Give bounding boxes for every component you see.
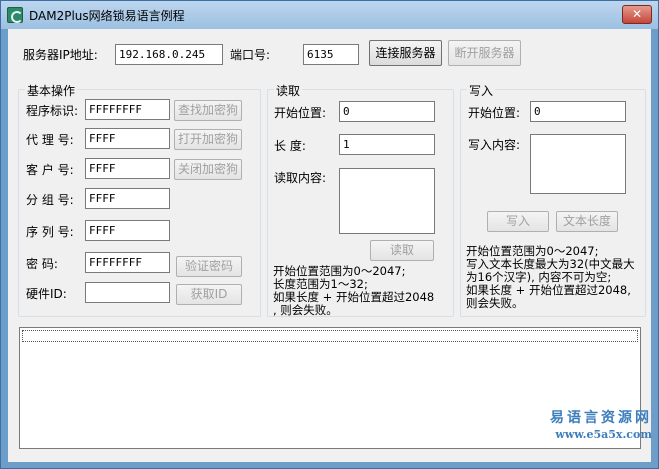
read-length-label: 长 度: xyxy=(274,139,306,153)
log-listbox[interactable] xyxy=(19,327,641,449)
customer-number-label: 客 户 号: xyxy=(26,163,74,177)
window-title: DAM2Plus网络锁易语言例程 xyxy=(29,9,185,23)
read-length-input[interactable]: 1 xyxy=(339,134,435,155)
get-id-button[interactable]: 获取ID xyxy=(176,284,242,305)
write-button[interactable]: 写入 xyxy=(487,211,549,232)
program-id-input[interactable]: FFFFFFFF xyxy=(85,99,170,120)
connect-server-button[interactable]: 连接服务器 xyxy=(369,40,442,66)
serial-number-label: 序 列 号: xyxy=(26,225,74,239)
close-button[interactable]: ✕ xyxy=(622,5,652,24)
disconnect-server-button[interactable]: 断开服务器 xyxy=(448,40,521,66)
read-button[interactable]: 读取 xyxy=(370,240,434,261)
app-window: DAM2Plus网络锁易语言例程 ✕ 服务器IP地址: 192.168.0.24… xyxy=(0,0,659,469)
watermark-url: www.e5a5x.com xyxy=(555,428,652,441)
server-ip-input[interactable]: 192.168.0.245 xyxy=(115,44,223,65)
site-watermark: 易语言资源网 www.e5a5x.com xyxy=(550,407,652,441)
group-number-label: 分 组 号: xyxy=(26,193,74,207)
log-selected-row[interactable] xyxy=(22,330,638,342)
write-content-textarea[interactable] xyxy=(530,134,626,194)
write-group-title: 写入 xyxy=(467,82,496,99)
read-content-textarea[interactable] xyxy=(339,168,435,234)
read-group-title: 读取 xyxy=(274,82,303,99)
write-start-label: 开始位置: xyxy=(468,106,521,120)
write-start-input[interactable]: 0 xyxy=(530,101,626,122)
customer-number-input[interactable]: FFFF xyxy=(85,158,170,179)
serial-number-input[interactable]: FFFF xyxy=(85,220,170,241)
title-bar[interactable]: DAM2Plus网络锁易语言例程 ✕ xyxy=(1,1,658,29)
read-start-label: 开始位置: xyxy=(274,106,327,120)
write-content-label: 写入内容: xyxy=(468,138,521,152)
group-number-input[interactable]: FFFF xyxy=(85,188,170,209)
read-note: 开始位置范围为0～2047; 长度范围为1～32; 如果长度 + 开始位置超过2… xyxy=(273,265,434,317)
server-ip-label: 服务器IP地址: xyxy=(23,48,98,62)
agent-number-input[interactable]: FFFF xyxy=(85,128,170,149)
write-note: 开始位置范围为0～2047; 写入文本长度最大为32(中文最大 为16个汉字),… xyxy=(466,245,635,310)
watermark-title: 易语言资源网 xyxy=(550,410,652,426)
app-icon xyxy=(7,7,23,23)
hardware-id-input[interactable] xyxy=(85,282,170,303)
read-content-label: 读取内容: xyxy=(274,171,327,185)
open-dongle-button[interactable]: 打开加密狗 xyxy=(174,129,242,150)
port-label: 端口号: xyxy=(230,48,271,62)
find-dongle-button[interactable]: 查找加密狗 xyxy=(174,100,242,121)
read-start-input[interactable]: 0 xyxy=(339,101,435,122)
port-input[interactable]: 6135 xyxy=(303,44,359,65)
agent-number-label: 代 理 号: xyxy=(26,133,74,147)
basic-operations-title: 基本操作 xyxy=(25,82,78,99)
program-id-label: 程序标识: xyxy=(26,104,79,118)
verify-password-button[interactable]: 验证密码 xyxy=(176,256,242,277)
read-note-line: , 则会失败。 xyxy=(273,303,338,317)
client-area: 服务器IP地址: 192.168.0.245 端口号: 6135 连接服务器 断… xyxy=(8,29,651,462)
text-length-button[interactable]: 文本长度 xyxy=(556,211,618,232)
hardware-id-label: 硬件ID: xyxy=(26,287,67,301)
close-dongle-button[interactable]: 关闭加密狗 xyxy=(174,159,242,180)
password-input[interactable]: FFFFFFFF xyxy=(85,252,170,273)
write-note-line: 则会失败。 xyxy=(466,296,524,310)
password-label: 密 码: xyxy=(26,257,58,271)
